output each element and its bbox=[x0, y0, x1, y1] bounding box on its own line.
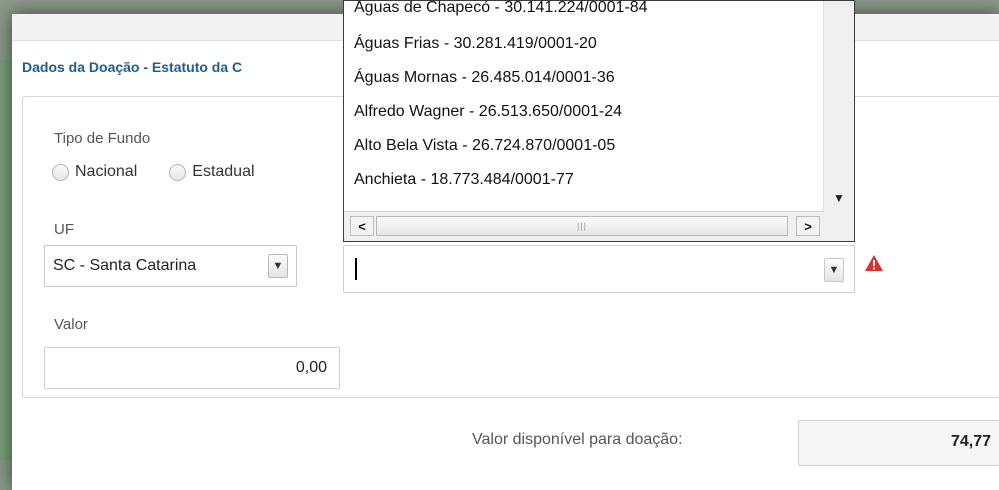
available-amount-label: Valor disponível para doação: bbox=[472, 431, 683, 448]
valor-label: Valor bbox=[54, 316, 88, 333]
warning-icon bbox=[865, 255, 883, 271]
uf-selected-value: SC - Santa Catarina bbox=[53, 257, 197, 274]
list-item[interactable]: Alto Bela Vista - 26.724.870/0001-05 bbox=[344, 129, 824, 163]
list-item[interactable]: Anchieta - 18.773.484/0001-77 bbox=[344, 163, 824, 197]
valor-input[interactable]: 0,00 bbox=[44, 347, 340, 389]
municipio-dropdown-list[interactable]: Águas de Chapecó - 30.141.224/0001-84 Ág… bbox=[343, 0, 855, 242]
uf-label: UF bbox=[54, 221, 74, 238]
available-amount-value: 74,77 bbox=[950, 433, 991, 450]
scrollbar-thumb[interactable]: ||| bbox=[376, 216, 788, 236]
list-item[interactable]: Alfredo Wagner - 26.513.650/0001-24 bbox=[344, 95, 824, 129]
list-item[interactable]: Águas de Chapecó - 30.141.224/0001-84 bbox=[344, 1, 824, 27]
list-item[interactable]: Águas Frias - 30.281.419/0001-20 bbox=[344, 27, 824, 61]
radio-nacional[interactable] bbox=[52, 163, 69, 181]
radio-estadual-label[interactable]: Estadual bbox=[192, 163, 254, 181]
vertical-scrollbar[interactable]: ▼ bbox=[823, 1, 854, 211]
section-title: Dados da Doação - Estatuto da C bbox=[22, 59, 243, 75]
tipo-fundo-label: Tipo de Fundo bbox=[54, 130, 151, 147]
scroll-right-icon[interactable]: > bbox=[796, 216, 820, 236]
horizontal-scrollbar[interactable]: < ||| > bbox=[344, 211, 824, 241]
scroll-left-icon[interactable]: < bbox=[350, 216, 374, 236]
chevron-down-icon[interactable]: ▼ bbox=[268, 254, 288, 278]
tipo-fundo-radio-group: Nacional Estadual bbox=[52, 163, 255, 181]
scroll-down-icon[interactable]: ▼ bbox=[828, 187, 850, 209]
text-cursor bbox=[355, 258, 357, 280]
radio-estadual[interactable] bbox=[169, 163, 187, 181]
scrollbar-corner bbox=[824, 211, 854, 241]
radio-nacional-label[interactable]: Nacional bbox=[75, 163, 137, 181]
uf-select[interactable]: SC - Santa Catarina ▼ bbox=[44, 245, 297, 287]
valor-value: 0,00 bbox=[295, 359, 327, 376]
list-item[interactable]: Águas Mornas - 26.485.014/0001-36 bbox=[344, 61, 824, 95]
municipio-options: Águas de Chapecó - 30.141.224/0001-84 Ág… bbox=[344, 1, 824, 197]
chevron-down-icon[interactable]: ▼ bbox=[824, 258, 844, 282]
municipio-input[interactable]: ▼ bbox=[343, 245, 855, 293]
available-amount-field: 74,77 bbox=[798, 420, 999, 466]
